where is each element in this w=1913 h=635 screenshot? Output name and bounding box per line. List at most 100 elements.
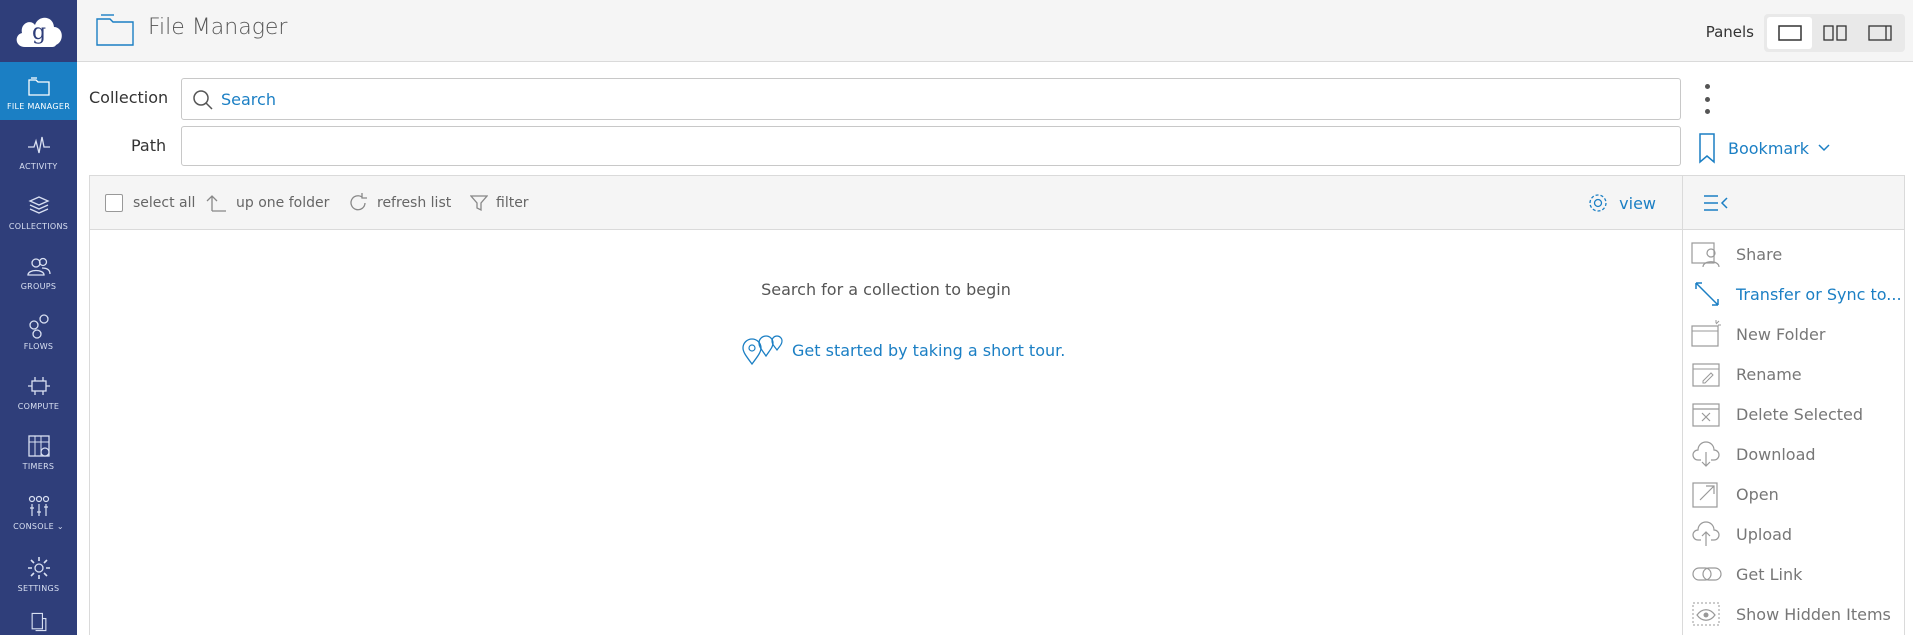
sidebar-item-settings[interactable]: SETTINGS [0, 544, 77, 602]
up-one-folder-button[interactable]: up one folder [206, 176, 329, 230]
delete-selected-button[interactable]: Delete Selected [1683, 394, 1906, 434]
layers-icon [27, 195, 50, 214]
collection-search-field [181, 78, 1681, 120]
sidebar-item-more[interactable] [0, 610, 77, 635]
sidebar-item-label: COLLECTIONS [8, 221, 69, 231]
sidebar-item-label: ACTIVITY [19, 161, 58, 171]
collapse-panel-icon[interactable] [1703, 194, 1729, 212]
panels-label: Panels [1705, 23, 1754, 41]
activity-icon [27, 136, 50, 153]
transfer-icon [1695, 282, 1719, 306]
svg-text:g: g [32, 20, 46, 45]
rename-button[interactable]: Rename [1683, 354, 1906, 394]
sidebar-item-groups[interactable]: GROUPS [0, 242, 77, 300]
sidebar-item-label: GROUPS [20, 281, 57, 291]
bookmark-icon [1699, 133, 1715, 164]
upload-label: Upload [1736, 524, 1793, 544]
refresh-list-label: refresh list [377, 195, 452, 211]
page-title: File Manager [148, 15, 288, 40]
filter-label: filter [496, 195, 529, 211]
map-pins-icon [742, 335, 783, 366]
upload-icon [1692, 521, 1720, 546]
download-label: Download [1736, 444, 1816, 464]
panels-toggle [1764, 14, 1905, 52]
collection-search-input[interactable] [221, 79, 1661, 119]
tour-link[interactable]: Get started by taking a short tour. [742, 334, 1065, 366]
bookmark-button[interactable]: Bookmark [1698, 128, 1831, 168]
sidebar-item-label: TIMERS [22, 461, 55, 471]
share-icon [1691, 242, 1720, 268]
path-label: Path [131, 136, 167, 155]
globus-logo[interactable]: g [0, 0, 77, 62]
sidebar-item-timers[interactable]: TIMERS [0, 422, 77, 480]
get-link-button[interactable]: Get Link [1683, 554, 1906, 594]
share-button[interactable]: Share [1683, 234, 1906, 274]
flows-icon [28, 313, 49, 339]
path-input[interactable] [182, 127, 1680, 165]
folder-icon [27, 76, 50, 96]
search-icon [193, 90, 213, 110]
view-label: view [1619, 193, 1656, 213]
chevron-down-icon [1818, 144, 1830, 152]
sidebar-item-label: COMPUTE [17, 401, 60, 411]
delete-icon [1692, 403, 1720, 427]
show-hidden-items-button[interactable]: Show Hidden Items [1683, 594, 1906, 634]
globus-logo-icon: g [16, 17, 62, 47]
actions-panel-header [1683, 176, 1904, 230]
view-button[interactable]: view [1587, 176, 1656, 230]
sidebar-item-label: FLOWS [23, 341, 54, 351]
actions-panel: Share Transfer or Sync to... New Folder … [1682, 175, 1905, 635]
download-icon [1692, 441, 1720, 467]
timers-icon [27, 434, 50, 457]
filter-button[interactable]: filter [470, 176, 529, 230]
sidebar-item-label: FILE MANAGER [6, 101, 71, 111]
dual-panel-icon [1822, 25, 1847, 41]
file-pane: select all up one folder refresh list fi… [89, 175, 1683, 635]
link-icon [1692, 567, 1722, 581]
tour-link-label: Get started by taking a short tour. [792, 340, 1066, 360]
sidebar-item-label: CONSOLE [13, 521, 54, 531]
header: File Manager Panels [77, 0, 1913, 62]
panel-sidebar-icon [1867, 25, 1892, 41]
panel-with-sidebar-button[interactable] [1857, 17, 1902, 49]
sidebar-item-flows[interactable]: FLOWS [0, 302, 77, 360]
share-label: Share [1736, 244, 1783, 264]
sidebar-item-activity[interactable]: ACTIVITY [0, 122, 77, 180]
rename-label: Rename [1736, 364, 1802, 384]
sidebar-item-label: SETTINGS [17, 583, 60, 593]
eye-icon [1692, 602, 1720, 626]
transfer-button[interactable]: Transfer or Sync to... [1683, 274, 1906, 314]
empty-state-message: Search for a collection to begin [761, 280, 1011, 299]
sidebar-item-console[interactable]: CONSOLE ⌄ [0, 482, 77, 540]
open-button[interactable]: Open [1683, 474, 1906, 514]
sidebar-item-collections[interactable]: COLLECTIONS [0, 182, 77, 240]
more-options-button[interactable] [1700, 84, 1714, 114]
filter-icon [470, 195, 488, 212]
download-button[interactable]: Download [1683, 434, 1906, 474]
chevron-down-icon: ⌄ [56, 521, 64, 531]
open-icon [1692, 482, 1718, 508]
delete-selected-label: Delete Selected [1736, 404, 1864, 424]
bookmark-label: Bookmark [1728, 138, 1810, 158]
dual-panel-button[interactable] [1812, 17, 1857, 49]
path-field [181, 126, 1681, 166]
refresh-list-button[interactable]: refresh list [347, 176, 451, 230]
select-all-checkbox[interactable] [105, 194, 123, 212]
refresh-icon [350, 193, 367, 211]
up-arrow-icon [206, 195, 226, 212]
gear-icon [27, 556, 50, 579]
sidebar-item-compute[interactable]: COMPUTE [0, 362, 77, 420]
sidebar-item-file-manager[interactable]: FILE MANAGER [0, 62, 77, 120]
new-folder-button[interactable]: New Folder [1683, 314, 1906, 354]
open-label: Open [1736, 484, 1779, 504]
new-folder-icon [1691, 320, 1721, 347]
file-manager-icon [96, 14, 134, 46]
select-all-label: select all [133, 195, 196, 211]
new-folder-label: New Folder [1736, 324, 1826, 344]
page-icon [31, 612, 46, 632]
upload-button[interactable]: Upload [1683, 514, 1906, 554]
single-panel-button[interactable] [1767, 17, 1812, 49]
select-all-button[interactable]: select all [105, 176, 195, 230]
transfer-label: Transfer or Sync to... [1736, 284, 1902, 304]
collection-label: Collection [89, 88, 169, 107]
